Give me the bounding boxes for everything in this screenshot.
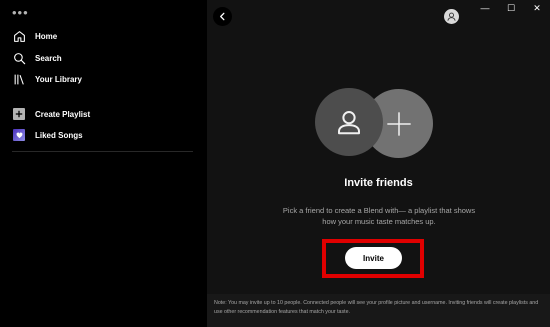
user-profile-button[interactable] — [444, 9, 459, 24]
sidebar-item-label: Search — [35, 53, 62, 63]
sidebar-item-label: Your Library — [35, 74, 82, 84]
menu-dots-button[interactable]: ••• — [12, 6, 29, 19]
spotify-app: ••• Home Search Your Library Create Play… — [0, 0, 550, 327]
close-window-button[interactable]: ✕ — [524, 0, 550, 16]
liked-songs-link[interactable]: Liked Songs — [12, 125, 83, 145]
back-button[interactable] — [213, 7, 232, 26]
library-icon — [12, 72, 26, 86]
invite-note: Note: You may invite up to 10 people. Co… — [207, 294, 550, 327]
sidebar-item-search[interactable]: Search — [12, 48, 62, 68]
invite-button[interactable]: Invite — [345, 247, 402, 269]
person-avatar — [315, 88, 383, 156]
sidebar-divider — [12, 151, 193, 152]
user-icon — [447, 12, 456, 21]
create-playlist-label: Create Playlist — [35, 109, 91, 119]
main-panel: — ☐ ✕ Invite friends Pick a friend to cr… — [207, 0, 550, 327]
liked-songs-label: Liked Songs — [35, 130, 83, 140]
heart-icon — [12, 128, 26, 142]
chevron-left-icon — [220, 12, 225, 21]
create-playlist-button[interactable]: Create Playlist — [12, 104, 90, 124]
sidebar-item-library[interactable]: Your Library — [12, 69, 82, 89]
minimize-button[interactable]: — — [472, 0, 498, 16]
sidebar-item-label: Home — [35, 31, 58, 41]
sidebar: ••• Home Search Your Library Create Play… — [0, 0, 207, 327]
invite-description: Pick a friend to create a Blend with— a … — [282, 206, 476, 226]
search-icon — [12, 51, 26, 65]
home-icon — [12, 29, 26, 43]
person-icon — [338, 111, 360, 135]
window-controls: — ☐ ✕ — [472, 0, 550, 16]
plus-icon — [12, 107, 26, 121]
maximize-button[interactable]: ☐ — [498, 0, 524, 16]
sidebar-item-home[interactable]: Home — [12, 26, 57, 46]
plus-icon — [386, 111, 411, 136]
page-title: Invite friends — [344, 177, 413, 189]
